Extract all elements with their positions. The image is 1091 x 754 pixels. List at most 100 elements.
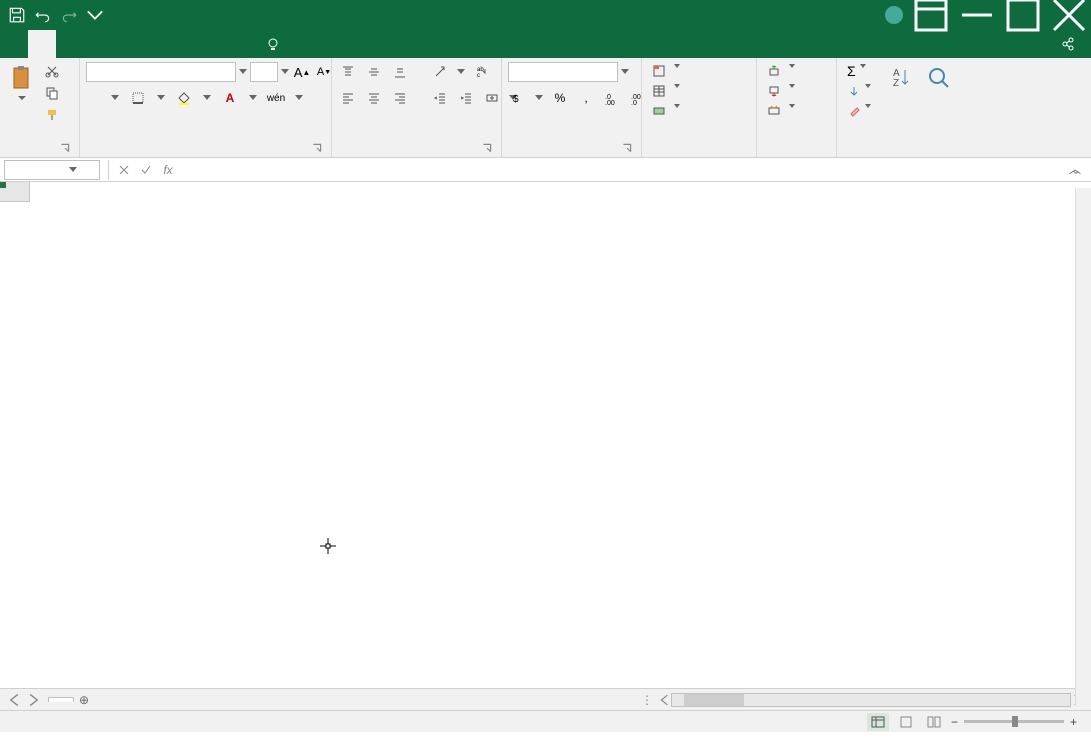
increase-indent-button[interactable] bbox=[456, 89, 476, 107]
wrap-text-button[interactable]: abc bbox=[472, 63, 492, 81]
menu-formulas[interactable] bbox=[112, 30, 140, 58]
save-icon[interactable] bbox=[8, 6, 26, 24]
border-dropdown[interactable] bbox=[156, 88, 166, 108]
menu-home[interactable] bbox=[28, 30, 56, 58]
underline-dropdown[interactable] bbox=[110, 88, 120, 108]
zoom-in-button[interactable]: + bbox=[1070, 715, 1077, 729]
tell-me[interactable] bbox=[252, 30, 300, 58]
avatar[interactable] bbox=[885, 6, 903, 24]
normal-view-button[interactable] bbox=[867, 713, 889, 731]
align-left-button[interactable] bbox=[338, 89, 358, 107]
name-box[interactable] bbox=[4, 160, 100, 180]
undo-icon[interactable] bbox=[34, 6, 52, 24]
autosum-button[interactable]: Σ bbox=[843, 62, 883, 80]
fill-button[interactable] bbox=[843, 82, 883, 100]
enter-button[interactable] bbox=[135, 160, 157, 180]
currency-button[interactable]: $ bbox=[508, 89, 528, 107]
currency-dropdown[interactable] bbox=[534, 88, 544, 108]
phonetic-dropdown[interactable] bbox=[294, 88, 304, 108]
zoom-thumb[interactable] bbox=[1012, 716, 1018, 727]
paste-button[interactable] bbox=[6, 62, 38, 103]
decrease-indent-button[interactable] bbox=[430, 89, 450, 107]
share-icon[interactable] bbox=[1061, 37, 1075, 51]
conditional-format-button[interactable] bbox=[648, 62, 692, 80]
number-format-input[interactable] bbox=[508, 62, 618, 82]
format-as-table-button[interactable] bbox=[648, 82, 692, 100]
maximize-icon[interactable] bbox=[1005, 0, 1041, 30]
sheet-tab[interactable] bbox=[48, 697, 74, 702]
minimize-icon[interactable] bbox=[959, 0, 995, 30]
increase-decimal-button[interactable]: .0.00 bbox=[602, 89, 622, 107]
border-button[interactable] bbox=[128, 89, 148, 107]
font-launcher[interactable] bbox=[311, 142, 323, 154]
close-icon[interactable] bbox=[1051, 0, 1087, 30]
format-painter-button[interactable] bbox=[42, 106, 62, 124]
delete-cells-button[interactable] bbox=[763, 82, 807, 100]
sheet-nav-prev-icon[interactable] bbox=[8, 693, 22, 707]
page-layout-view-button[interactable] bbox=[895, 713, 917, 731]
font-family-dropdown[interactable] bbox=[238, 62, 248, 82]
fill-handle[interactable] bbox=[0, 182, 6, 188]
font-color-button[interactable]: A bbox=[220, 89, 240, 107]
customize-dropdown-icon[interactable] bbox=[86, 6, 104, 24]
menu-insert[interactable] bbox=[56, 30, 84, 58]
insert-cells-button[interactable] bbox=[763, 62, 807, 80]
align-bottom-button[interactable] bbox=[390, 63, 410, 81]
fx-button[interactable]: fx bbox=[157, 160, 179, 180]
number-format-dropdown[interactable] bbox=[620, 62, 630, 82]
phonetic-button[interactable]: wén bbox=[266, 89, 286, 107]
align-middle-button[interactable] bbox=[364, 63, 384, 81]
comma-button[interactable]: , bbox=[576, 89, 596, 107]
number-launcher[interactable] bbox=[621, 142, 633, 154]
menu-file[interactable] bbox=[0, 30, 28, 58]
clipboard-launcher[interactable] bbox=[59, 142, 71, 154]
align-center-button[interactable] bbox=[364, 89, 384, 107]
menu-review[interactable] bbox=[168, 30, 196, 58]
zoom-slider[interactable] bbox=[964, 720, 1064, 723]
font-size-dropdown[interactable] bbox=[280, 62, 290, 82]
scroll-thumb[interactable] bbox=[684, 694, 744, 706]
collapse-ribbon-icon[interactable]: ︿ bbox=[1069, 160, 1085, 174]
decrease-font-button[interactable]: A▼ bbox=[314, 63, 334, 81]
increase-font-button[interactable]: A▲ bbox=[292, 63, 312, 81]
ribbon-display-icon[interactable] bbox=[913, 0, 949, 30]
formula-bar: fx ⌄ bbox=[0, 158, 1091, 182]
sheet-nav-next-icon[interactable] bbox=[26, 693, 40, 707]
orientation-button[interactable] bbox=[430, 63, 450, 81]
fill-color-button[interactable] bbox=[174, 89, 194, 107]
svg-text:.0: .0 bbox=[631, 100, 637, 105]
font-size-input[interactable] bbox=[250, 62, 278, 82]
spreadsheet-grid[interactable] bbox=[0, 182, 1091, 688]
sort-filter-button[interactable]: AZ bbox=[887, 62, 919, 96]
clear-button[interactable] bbox=[843, 102, 883, 120]
formula-input[interactable] bbox=[179, 162, 1071, 177]
percent-button[interactable]: % bbox=[550, 89, 570, 107]
align-right-button[interactable] bbox=[390, 89, 410, 107]
name-box-input[interactable] bbox=[9, 163, 69, 177]
zoom-out-button[interactable]: − bbox=[951, 715, 958, 729]
font-color-dropdown[interactable] bbox=[248, 88, 258, 108]
alignment-launcher[interactable] bbox=[481, 142, 493, 154]
font-family-input[interactable] bbox=[86, 62, 236, 82]
cancel-button[interactable] bbox=[113, 160, 135, 180]
menu-page-layout[interactable] bbox=[84, 30, 112, 58]
copy-button[interactable] bbox=[42, 84, 62, 102]
merge-button[interactable] bbox=[482, 89, 502, 107]
menu-help[interactable] bbox=[224, 30, 252, 58]
find-select-button[interactable] bbox=[923, 62, 955, 96]
menu-view[interactable] bbox=[196, 30, 224, 58]
align-top-button[interactable] bbox=[338, 63, 358, 81]
menu-data[interactable] bbox=[140, 30, 168, 58]
vertical-scrollbar[interactable] bbox=[1075, 188, 1091, 706]
add-sheet-button[interactable]: ⊕ bbox=[74, 693, 94, 707]
fill-color-dropdown[interactable] bbox=[202, 88, 212, 108]
cell-styles-button[interactable] bbox=[648, 102, 692, 120]
name-box-dropdown-icon[interactable] bbox=[69, 167, 77, 173]
orientation-dropdown[interactable] bbox=[456, 62, 466, 82]
horizontal-scrollbar[interactable] bbox=[671, 693, 1071, 707]
scroll-left-icon[interactable] bbox=[659, 694, 671, 706]
format-cells-button[interactable] bbox=[763, 102, 807, 120]
page-break-view-button[interactable] bbox=[923, 713, 945, 731]
redo-icon[interactable] bbox=[60, 6, 78, 24]
cut-button[interactable] bbox=[42, 62, 62, 80]
